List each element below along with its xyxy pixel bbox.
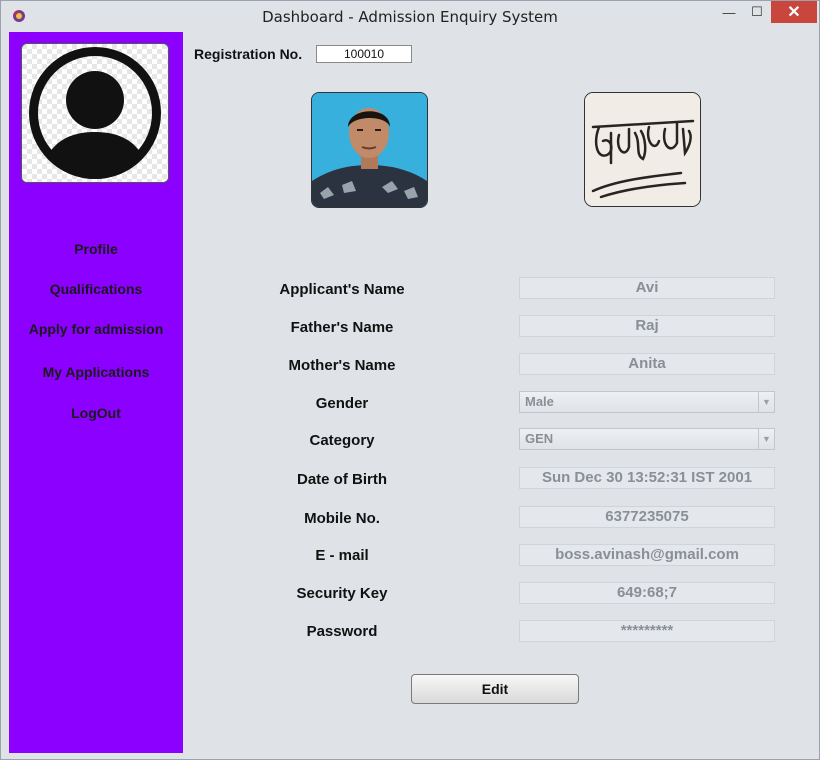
gender-label: Gender — [315, 395, 369, 412]
father-name-field[interactable]: Raj — [519, 315, 775, 337]
registration-field[interactable]: 100010 — [316, 45, 412, 63]
father-name-label: Father's Name — [290, 319, 394, 336]
applicant-name-field[interactable]: Avi — [519, 277, 775, 299]
applicant-signature — [584, 92, 701, 207]
title-bar: Dashboard - Admission Enquiry System — ☐… — [1, 1, 819, 31]
applicant-photo — [311, 92, 428, 208]
applicant-name-label: Applicant's Name — [279, 281, 405, 298]
user-avatar-icon — [22, 44, 168, 182]
chevron-down-icon[interactable]: ▼ — [758, 392, 774, 412]
sidebar-item-my-applications[interactable]: My Applications — [9, 364, 183, 380]
password-field[interactable]: ********* — [519, 620, 775, 642]
dob-label: Date of Birth — [297, 471, 387, 488]
sidebar-item-profile[interactable]: Profile — [9, 241, 183, 257]
email-label: E - mail — [315, 547, 369, 564]
sidebar-item-logout[interactable]: LogOut — [9, 405, 183, 421]
registration-label: Registration No. — [194, 46, 303, 62]
category-select[interactable]: GEN ▼ — [519, 428, 775, 450]
minimize-button[interactable]: — — [715, 1, 743, 23]
sidebar-item-apply-for-admission[interactable]: Apply for admission — [9, 321, 183, 337]
category-value: GEN — [525, 431, 554, 446]
mother-name-label: Mother's Name — [288, 357, 396, 374]
mother-name-field[interactable]: Anita — [519, 353, 775, 375]
mobile-field[interactable]: 6377235075 — [519, 506, 775, 528]
avatar — [21, 43, 169, 183]
category-label: Category — [309, 432, 375, 449]
security-key-label: Security Key — [296, 585, 388, 602]
chevron-down-icon[interactable]: ▼ — [758, 429, 774, 449]
password-label: Password — [306, 623, 378, 640]
sidebar: Profile Qualifications Apply for admissi… — [9, 32, 183, 753]
edit-button[interactable]: Edit — [411, 674, 579, 704]
close-button[interactable]: ✕ — [771, 1, 817, 23]
sidebar-item-qualifications[interactable]: Qualifications — [9, 281, 183, 297]
dob-field[interactable]: Sun Dec 30 13:52:31 IST 2001 — [519, 467, 775, 489]
security-key-field[interactable]: 649:68;7 — [519, 582, 775, 604]
gender-select[interactable]: Male ▼ — [519, 391, 775, 413]
maximize-button[interactable]: ☐ — [743, 1, 771, 23]
app-window: Dashboard - Admission Enquiry System — ☐… — [0, 0, 820, 760]
email-field[interactable]: boss.avinash@gmail.com — [519, 544, 775, 566]
profile-panel: Registration No. 100010 Applicant's Name… — [183, 32, 813, 753]
window-title: Dashboard - Admission Enquiry System — [262, 8, 558, 26]
gender-value: Male — [525, 394, 554, 409]
mobile-label: Mobile No. — [304, 510, 380, 527]
